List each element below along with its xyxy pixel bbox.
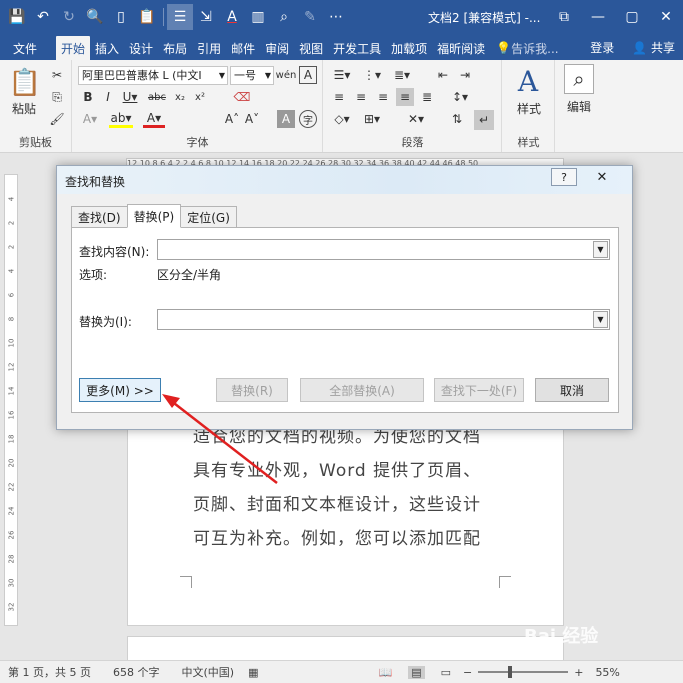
- web-layout-icon[interactable]: ▭: [441, 666, 451, 679]
- read-mode-icon[interactable]: 📖: [378, 666, 392, 679]
- status-bar: 第 1 页，共 5 页 658 个字 中文(中国) ▦ 📖 ▤ ▭ − + 55…: [0, 660, 683, 683]
- print-layout-icon[interactable]: ▤: [408, 665, 425, 679]
- annotation-arrow: [162, 394, 278, 484]
- zoom-slider[interactable]: [478, 666, 569, 678]
- zoom-level[interactable]: 55%: [595, 666, 619, 679]
- language[interactable]: 中文(中国): [181, 664, 234, 680]
- macro-icon[interactable]: ▦: [248, 666, 258, 679]
- tab-replace[interactable]: 替换(P): [126, 204, 182, 228]
- zoom-in-icon[interactable]: +: [574, 666, 583, 679]
- baidu-watermark: Bai 经验: [524, 626, 599, 647]
- zoom-out-icon[interactable]: −: [463, 666, 472, 679]
- word-count[interactable]: 658 个字: [113, 664, 160, 680]
- page-count[interactable]: 第 1 页，共 5 页: [8, 664, 91, 680]
